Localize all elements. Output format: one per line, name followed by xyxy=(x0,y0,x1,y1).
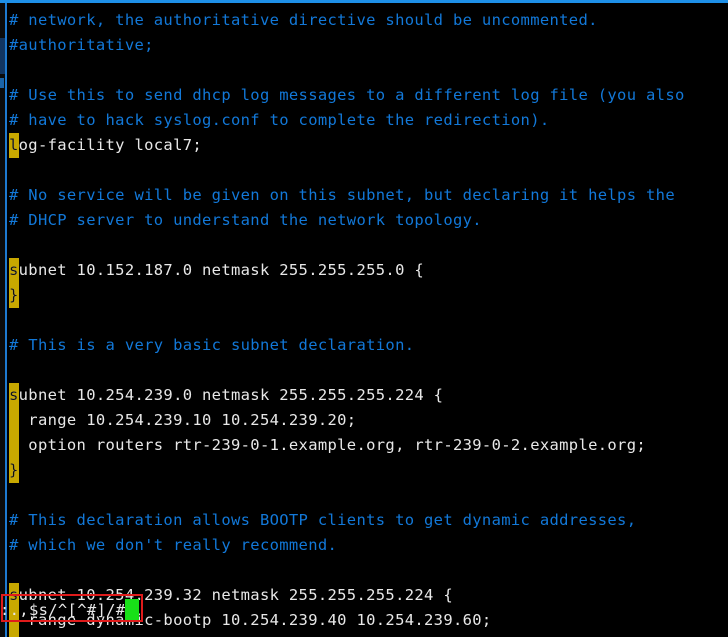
editor-line: option broadcast-address 10.254.239.31; xyxy=(9,633,405,637)
editor-line: # This is a very basic subnet declaratio… xyxy=(9,336,415,354)
editor-line: # No service will be given on this subne… xyxy=(9,186,675,204)
editor-line: # network, the authoritative directive s… xyxy=(9,11,598,29)
editor-line: log-facility local7; xyxy=(9,136,203,154)
editor-line: # DHCP server to understand the network … xyxy=(9,211,482,229)
selected-character xyxy=(9,633,19,637)
ex-command-line[interactable]: :.,$s/^[^#]/# xyxy=(0,598,125,623)
selected-character: l xyxy=(9,136,19,154)
terminal-window: # network, the authoritative directive s… xyxy=(0,0,728,637)
editor-line: subnet 10.254.239.0 netmask 255.255.255.… xyxy=(9,386,444,404)
command-cursor xyxy=(125,599,139,622)
selected-character: s xyxy=(9,386,19,404)
window-edge-artifact-secondary xyxy=(0,78,4,88)
editor-line: # Use this to send dhcp log messages to … xyxy=(9,86,685,104)
selected-character xyxy=(9,433,19,458)
selected-character xyxy=(9,408,19,433)
editor-line: # This declaration allows BOOTP clients … xyxy=(9,511,637,529)
selected-character: s xyxy=(9,261,19,279)
window-edge-artifact xyxy=(0,38,5,74)
editor-line: subnet 10.152.187.0 netmask 255.255.255.… xyxy=(9,261,425,279)
editor-line: # have to hack syslog.conf to complete t… xyxy=(9,111,550,129)
editor-line: # which we don't really recommend. xyxy=(9,536,338,554)
selected-character: } xyxy=(9,461,19,479)
selected-character: } xyxy=(9,286,19,304)
terminal-text-area[interactable]: # network, the authoritative directive s… xyxy=(7,3,728,637)
editor-line: #authoritative; xyxy=(9,36,154,54)
editor-line: option routers rtr-239-0-1.example.org, … xyxy=(9,436,647,454)
editor-line: range 10.254.239.10 10.254.239.20; xyxy=(9,411,357,429)
